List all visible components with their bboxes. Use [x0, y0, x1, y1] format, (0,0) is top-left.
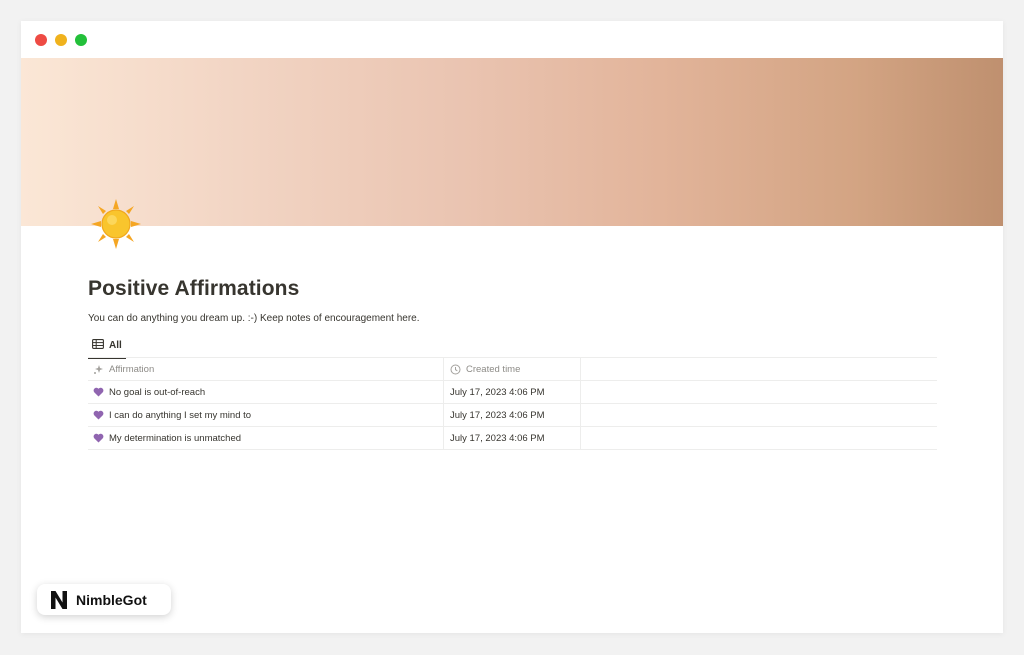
empty-cell — [581, 427, 937, 449]
maximize-window-button[interactable] — [75, 34, 87, 46]
table-row[interactable]: No goal is out-of-reach July 17, 2023 4:… — [88, 381, 937, 404]
tab-label: All — [109, 340, 122, 351]
nimblegot-logo-icon — [48, 589, 70, 611]
affirmation-text: My determination is unmatched — [109, 432, 242, 444]
table-row[interactable]: My determination is unmatched July 17, 2… — [88, 427, 937, 450]
purple-heart-icon — [93, 387, 104, 397]
affirmation-cell[interactable]: I can do anything I set my mind to — [88, 404, 444, 426]
column-header-created-time[interactable]: Created time — [444, 358, 581, 380]
created-time-cell[interactable]: July 17, 2023 4:06 PM — [444, 381, 581, 403]
created-time-cell[interactable]: July 17, 2023 4:06 PM — [444, 427, 581, 449]
created-time-cell[interactable]: July 17, 2023 4:06 PM — [444, 404, 581, 426]
table-icon — [92, 339, 104, 352]
purple-heart-icon — [93, 433, 104, 443]
tab-all[interactable]: All — [88, 334, 126, 359]
column-label: Affirmation — [109, 363, 155, 375]
column-header-affirmation[interactable]: Affirmation — [88, 358, 444, 380]
table-header-row: Affirmation Created time — [88, 358, 937, 381]
page-title[interactable]: Positive Affirmations — [88, 277, 299, 301]
minimize-window-button[interactable] — [55, 34, 67, 46]
sun-icon[interactable] — [89, 197, 143, 251]
affirmation-text: No goal is out-of-reach — [109, 386, 206, 398]
brand-name: NimbleGot — [76, 591, 147, 608]
empty-cell — [581, 381, 937, 403]
empty-cell — [581, 404, 937, 426]
title-bar — [21, 21, 1003, 58]
affirmation-cell[interactable]: No goal is out-of-reach — [88, 381, 444, 403]
sparkle-icon — [93, 364, 104, 375]
clock-icon — [450, 364, 461, 375]
database-table: Affirmation Created time No goal is out-… — [88, 357, 937, 450]
close-window-button[interactable] — [35, 34, 47, 46]
page-description[interactable]: You can do anything you dream up. :-) Ke… — [88, 313, 420, 324]
brand-badge: NimbleGot — [37, 584, 171, 615]
empty-column — [581, 358, 937, 380]
app-window: Positive Affirmations You can do anythin… — [21, 21, 1003, 633]
page-cover[interactable] — [21, 58, 1003, 226]
column-label: Created time — [466, 363, 521, 375]
purple-heart-icon — [93, 410, 104, 420]
affirmation-text: I can do anything I set my mind to — [109, 409, 252, 421]
table-row[interactable]: I can do anything I set my mind to July … — [88, 404, 937, 427]
affirmation-cell[interactable]: My determination is unmatched — [88, 427, 444, 449]
